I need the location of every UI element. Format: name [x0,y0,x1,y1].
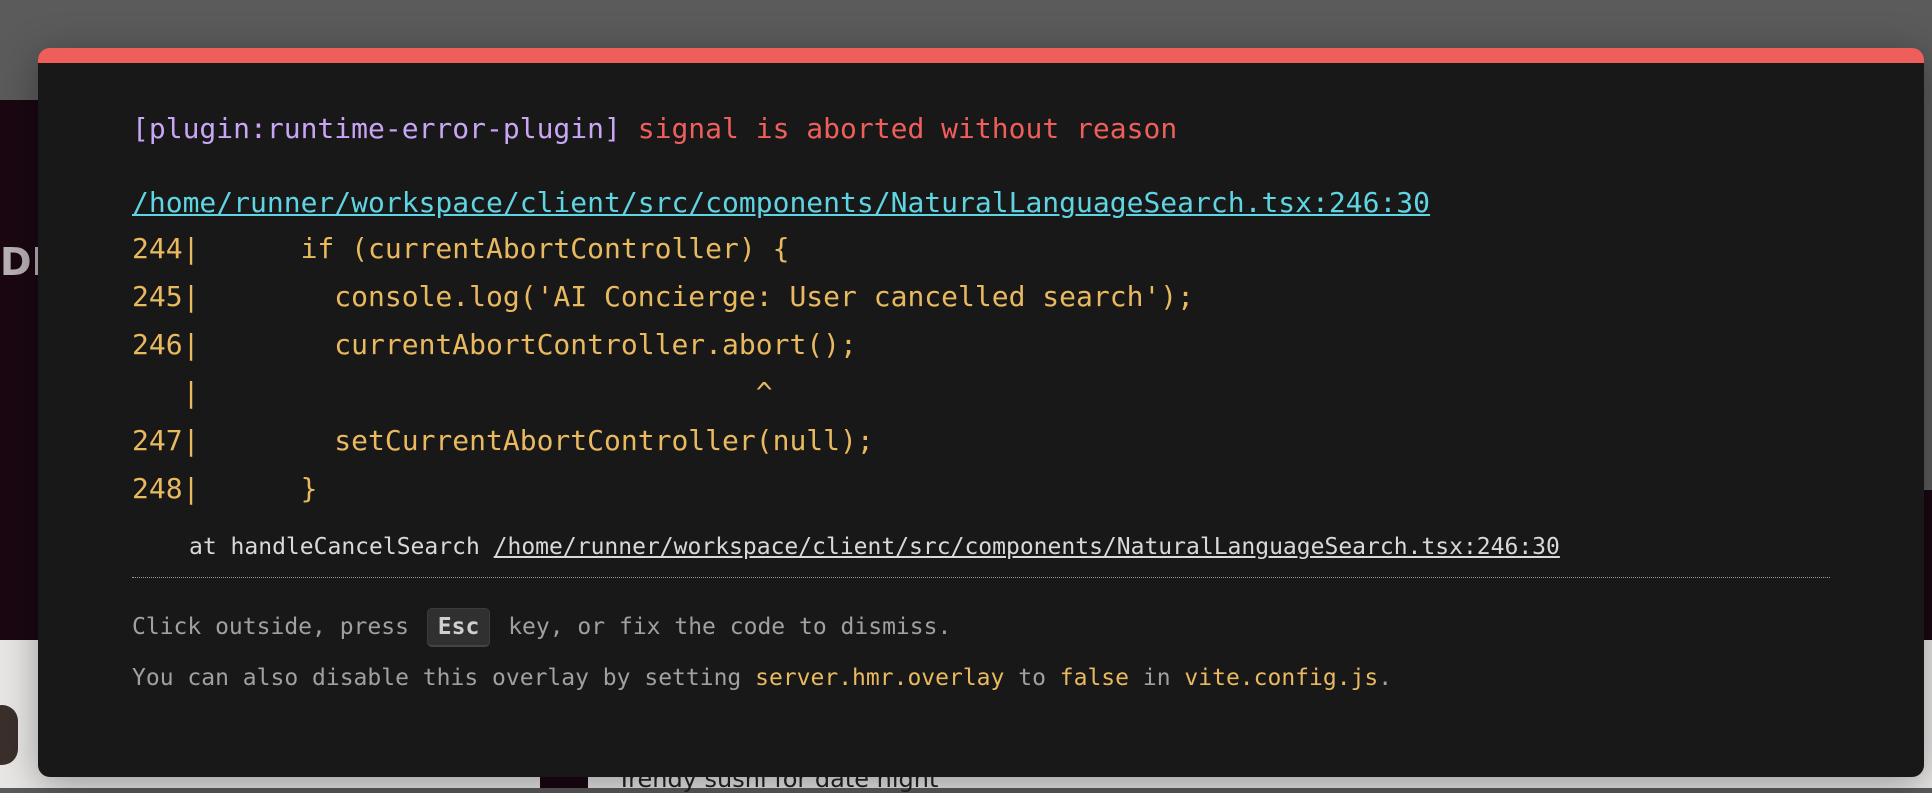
tip-text: Click outside, press [132,614,423,640]
error-title: [plugin:runtime-error-plugin] signal is … [132,111,1830,147]
code-pointer-line: | ^ [132,376,773,409]
config-file: vite.config.js [1184,665,1379,691]
background-sidebar [0,100,40,640]
tip-text: . [1378,665,1393,691]
error-message: signal is aborted without reason [637,112,1178,145]
plugin-name: [plugin:runtime-error-plugin] [132,112,621,145]
tip-text: in [1129,665,1185,691]
error-file-link[interactable]: /home/runner/workspace/client/src/compon… [132,185,1830,221]
config-setting: server.hmr.overlay [755,665,1005,691]
error-overlay: [plugin:runtime-error-plugin] signal is … [38,48,1924,777]
stack-file-link[interactable]: /home/runner/workspace/client/src/compon… [494,534,1560,560]
stack-function: at handleCancelSearch [189,534,494,560]
tip-text: key, or fix the code to dismiss. [494,614,952,640]
code-line: 246| currentAbortController.abort(); [132,328,857,361]
code-line: 244| if (currentAbortController) { [132,232,790,265]
tip-text: to [1004,665,1060,691]
avatar [0,705,18,765]
code-line: 248| } [132,472,318,505]
divider [132,577,1830,578]
disable-overlay-tip: You can also disable this overlay by set… [132,663,1830,693]
error-content: [plugin:runtime-error-plugin] signal is … [132,111,1830,693]
code-frame: 244| if (currentAbortController) { 245| … [132,225,1830,513]
config-value: false [1059,665,1130,691]
esc-key: Esc [426,608,491,647]
stack-trace: at handleCancelSearch /home/runner/works… [132,532,1830,562]
background-sidebar-text: DIN [0,240,40,284]
dismiss-tip: Click outside, press Esc key, or fix the… [132,608,1830,647]
code-line: 245| console.log('AI Concierge: User can… [132,280,1195,313]
tip-text: You can also disable this overlay by set… [132,665,756,691]
code-line: 247| setCurrentAbortController(null); [132,424,874,457]
